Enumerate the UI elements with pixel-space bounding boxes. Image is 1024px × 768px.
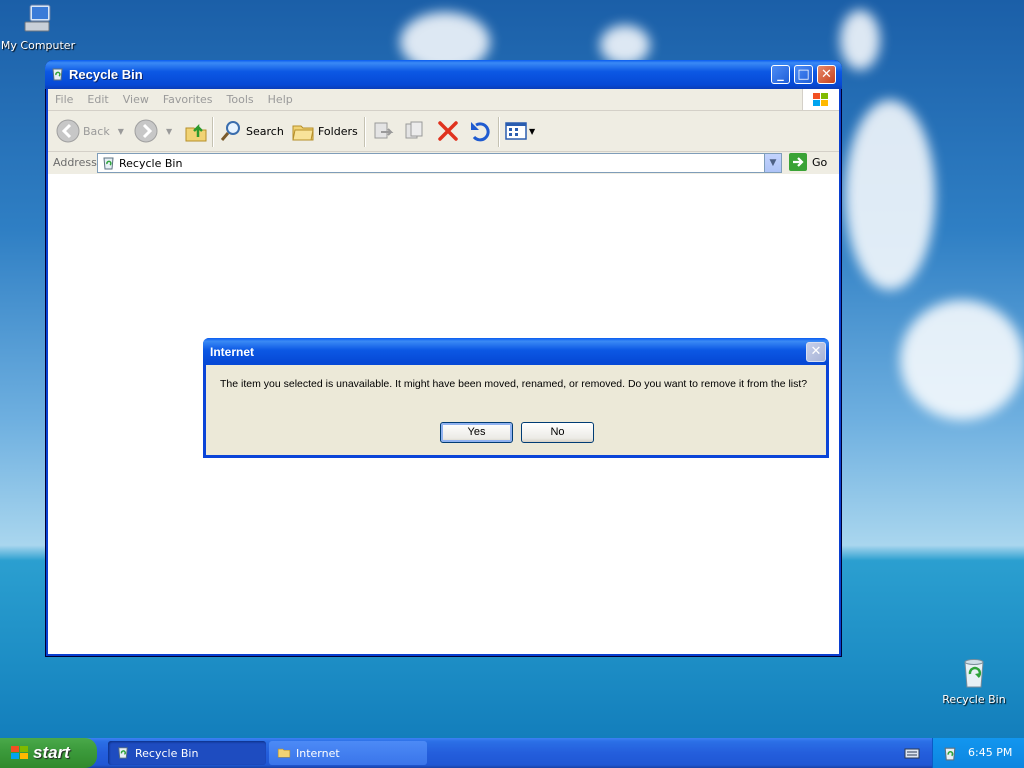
dialog-message: The item you selected is unavailable. It…: [220, 378, 808, 390]
search-label: Search: [246, 124, 284, 138]
no-button[interactable]: No: [521, 422, 594, 443]
back-arrow-icon: [56, 119, 80, 143]
chevron-down-icon: ▼: [769, 158, 777, 168]
move-to-icon: [374, 122, 394, 139]
maximize-icon: □: [797, 67, 810, 82]
taskbar-item-label: Recycle Bin: [135, 746, 199, 760]
address-field[interactable]: Recycle Bin ▼: [97, 153, 782, 173]
desktop-icon-label: My Computer: [0, 39, 76, 52]
recycle-bin-icon: [101, 155, 116, 173]
menu-file[interactable]: File: [48, 89, 80, 106]
folders-label: Folders: [318, 124, 358, 138]
back-label: Back: [83, 124, 110, 138]
undo-icon: [471, 122, 490, 142]
recycle-bin-tray-icon[interactable]: [942, 745, 958, 764]
sky-cloud: [900, 300, 1024, 420]
dialog-title: Internet: [210, 345, 255, 359]
folder-icon: [292, 125, 314, 141]
menu-bar: File Edit View Favorites Tools Help: [48, 89, 839, 111]
toolbar-separator: [212, 117, 214, 147]
sky-cloud: [845, 100, 935, 290]
address-value: Recycle Bin: [119, 157, 183, 170]
sky-cloud: [600, 25, 650, 65]
clock[interactable]: 6:45 PM: [968, 746, 1012, 759]
chevron-down-icon: ▼: [166, 126, 173, 136]
window-titlebar[interactable]: Recycle Bin _ □ ✕: [45, 60, 842, 89]
toolbar-separator: [498, 117, 500, 147]
forward-button[interactable]: ▼: [134, 119, 172, 143]
toolbar-separator: [364, 117, 366, 147]
desktop-icon-label: Recycle Bin: [942, 693, 1006, 706]
keyboard-icon[interactable]: [904, 746, 920, 763]
move-to-button[interactable]: [371, 119, 395, 143]
minimize-icon: _: [777, 67, 784, 82]
windows-logo-icon: [802, 89, 839, 110]
dialog-body: The item you selected is unavailable. It…: [206, 365, 826, 455]
dialog-titlebar[interactable]: Internet ✕: [203, 338, 829, 365]
recycle-bin-icon: [116, 745, 130, 762]
views-icon: [505, 122, 527, 140]
up-folder-button[interactable]: [184, 119, 208, 143]
folder-icon: [277, 745, 291, 762]
menu-edit[interactable]: Edit: [80, 89, 115, 106]
go-label: Go: [812, 155, 828, 169]
window-title: Recycle Bin: [69, 67, 143, 82]
desktop-icon-recycle-bin[interactable]: Recycle Bin: [934, 656, 1014, 706]
sky-cloud: [840, 10, 880, 70]
delete-button[interactable]: [436, 119, 460, 143]
taskbar-item-recycle-bin[interactable]: Recycle Bin: [108, 741, 266, 765]
menu-tools[interactable]: Tools: [220, 89, 261, 106]
search-icon: [220, 121, 240, 141]
copy-to-button[interactable]: [403, 119, 427, 143]
delete-icon: [438, 121, 458, 141]
desktop-icon-my-computer[interactable]: My Computer: [0, 2, 78, 52]
taskbar-item-internet[interactable]: Internet: [269, 741, 427, 765]
yes-button[interactable]: Yes: [440, 422, 513, 443]
address-dropdown-button[interactable]: ▼: [764, 154, 781, 172]
minimize-button[interactable]: _: [771, 65, 790, 84]
system-tray: 6:45 PM: [932, 738, 1024, 768]
taskbar: start Recycle Bin Internet 6:45 PM: [0, 738, 1024, 768]
start-label: start: [33, 743, 70, 762]
menu-favorites[interactable]: Favorites: [156, 89, 220, 106]
message-dialog: Internet ✕ The item you selected is unav…: [203, 338, 829, 458]
forward-arrow-icon: [134, 119, 158, 143]
address-label: Address: [53, 156, 97, 169]
chevron-down-icon: ▼: [117, 126, 124, 136]
close-icon: ✕: [810, 344, 822, 359]
search-button[interactable]: Search: [219, 119, 284, 143]
folders-button[interactable]: Folders: [291, 119, 358, 143]
menu-help[interactable]: Help: [261, 89, 300, 106]
undo-button[interactable]: [468, 119, 492, 143]
menu-view[interactable]: View: [116, 89, 156, 106]
recycle-bin-icon: [50, 66, 65, 81]
start-button[interactable]: start: [0, 738, 97, 768]
standard-toolbar: Back ▼ ▼ Search Folders ▼: [48, 111, 839, 152]
go-button[interactable]: Go: [789, 153, 827, 171]
close-button[interactable]: ✕: [817, 65, 836, 84]
computer-icon: [21, 2, 55, 36]
address-bar: Address Recycle Bin ▼ Go: [48, 152, 839, 175]
up-folder-icon: [185, 123, 207, 142]
close-icon: ✕: [821, 67, 832, 82]
windows-logo-icon: [10, 744, 30, 765]
taskbar-item-label: Internet: [296, 746, 340, 760]
chevron-down-icon: ▼: [529, 126, 536, 136]
dialog-close-button[interactable]: ✕: [806, 342, 826, 362]
maximize-button[interactable]: □: [794, 65, 813, 84]
recycle-bin-icon: [957, 656, 991, 690]
back-button[interactable]: Back ▼: [56, 119, 124, 143]
views-button[interactable]: ▼: [504, 119, 535, 143]
go-arrow-icon: [789, 153, 807, 171]
copy-to-icon: [405, 121, 423, 139]
